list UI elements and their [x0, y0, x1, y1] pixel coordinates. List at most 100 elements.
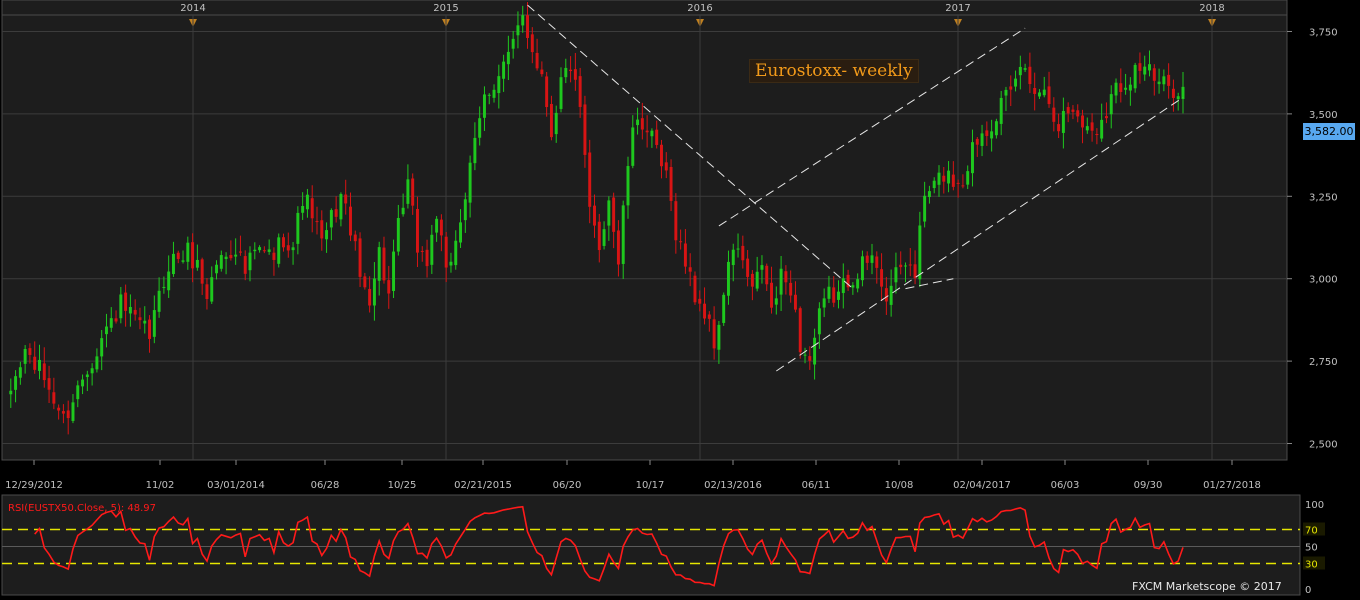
candle-body: [320, 220, 324, 239]
candle-body: [339, 194, 343, 220]
candle-body: [564, 67, 568, 78]
candle-body: [990, 131, 994, 139]
candle-body: [128, 306, 132, 314]
price-tick-label: 2,750: [1309, 357, 1338, 368]
candle-body: [191, 242, 195, 269]
candle-body: [325, 230, 329, 240]
candle-body: [1071, 109, 1075, 112]
candle-body: [530, 34, 534, 53]
candle-body: [444, 236, 448, 268]
candle-body: [856, 279, 860, 289]
candle-body: [822, 298, 826, 308]
candle-body: [181, 260, 185, 262]
candle-body: [52, 392, 56, 404]
candle-body: [841, 278, 845, 294]
candle-body: [994, 121, 998, 136]
candle-body: [205, 284, 209, 300]
candle-body: [717, 324, 721, 350]
candle-body: [334, 209, 338, 217]
candle-body: [1133, 64, 1137, 89]
candle-body: [406, 179, 410, 204]
price-panel: [1, 14, 1288, 461]
candle-body: [176, 252, 180, 259]
candle-body: [985, 130, 989, 136]
candle-body: [975, 138, 979, 145]
candle-body: [674, 201, 678, 241]
chart-svg[interactable]: 2014 2015 2016 2017 2018 2,500 2,750 3,000 3,25…: [0, 0, 1360, 596]
candle-body: [238, 251, 242, 253]
candle-body: [310, 198, 314, 219]
candle-body: [583, 104, 587, 155]
candle-body: [1119, 83, 1123, 92]
candle-body: [798, 308, 802, 353]
price-axis: 2,500 2,750 3,000 3,250 3,500 3,750: [1287, 27, 1338, 451]
candle-body: [746, 258, 750, 277]
candle-body: [104, 326, 108, 335]
rsi-panel-background: [1, 494, 1301, 596]
year-label: 2015: [433, 3, 458, 14]
candle-body: [1104, 116, 1108, 119]
date-tick-label: 12/29/2012: [5, 480, 63, 491]
candle-body: [487, 94, 491, 96]
date-tick-label: 10/25: [388, 480, 417, 491]
candle-body: [889, 285, 893, 305]
candle-body: [559, 77, 563, 109]
candle-body: [1109, 94, 1113, 115]
candle-body: [640, 118, 644, 130]
candle-body: [616, 230, 620, 265]
candle-body: [81, 379, 85, 387]
candle-body: [1009, 86, 1013, 90]
candle-body: [286, 245, 290, 251]
candle-body: [813, 337, 817, 365]
candle-body: [1090, 122, 1094, 131]
candle-body: [95, 356, 99, 370]
candle-body: [148, 319, 152, 339]
candle-body: [253, 249, 257, 252]
candle-body: [372, 278, 376, 306]
candle-body: [1028, 66, 1032, 85]
candle-body: [549, 103, 553, 138]
candle-body: [602, 229, 606, 246]
candle-body: [478, 118, 482, 138]
candle-body: [760, 265, 764, 270]
candle-body: [956, 182, 960, 184]
candle-body: [703, 303, 707, 319]
candle-body: [971, 142, 974, 174]
candle-body: [832, 287, 836, 303]
candle-body: [57, 407, 61, 411]
candle-body: [1128, 84, 1132, 91]
candle-body: [439, 219, 443, 236]
candle-body: [593, 205, 596, 226]
candle-body: [1018, 66, 1022, 76]
candle-body: [114, 318, 118, 322]
candle-body: [329, 210, 333, 228]
chart-background: [1, 0, 1301, 596]
date-tick-label: 03/01/2014: [207, 480, 265, 491]
candle-body: [731, 249, 735, 266]
candle-body: [186, 242, 190, 262]
candle-body: [1061, 110, 1065, 133]
candle-body: [167, 271, 171, 291]
date-tick-label: 06/03: [1051, 480, 1080, 491]
candle-body: [908, 264, 912, 266]
candle-body: [76, 385, 80, 400]
candle-body: [588, 152, 592, 207]
candle-body: [392, 251, 396, 292]
candle-body: [770, 282, 774, 308]
candle-body: [1162, 76, 1166, 85]
candle-body: [401, 207, 405, 215]
candle-body: [152, 310, 156, 337]
candle-body: [248, 252, 252, 271]
candle-body: [937, 172, 941, 185]
candle-body: [396, 218, 400, 252]
candle-body: [884, 288, 888, 302]
candle-body: [353, 234, 357, 242]
candle-body: [511, 38, 515, 49]
candle-body: [851, 285, 855, 288]
candle-body: [612, 197, 616, 232]
candle-body: [860, 256, 864, 281]
candle-body: [1095, 133, 1099, 135]
candle-body: [143, 320, 147, 324]
price-tick-label: 3,500: [1309, 110, 1338, 121]
candle-body: [750, 273, 754, 287]
